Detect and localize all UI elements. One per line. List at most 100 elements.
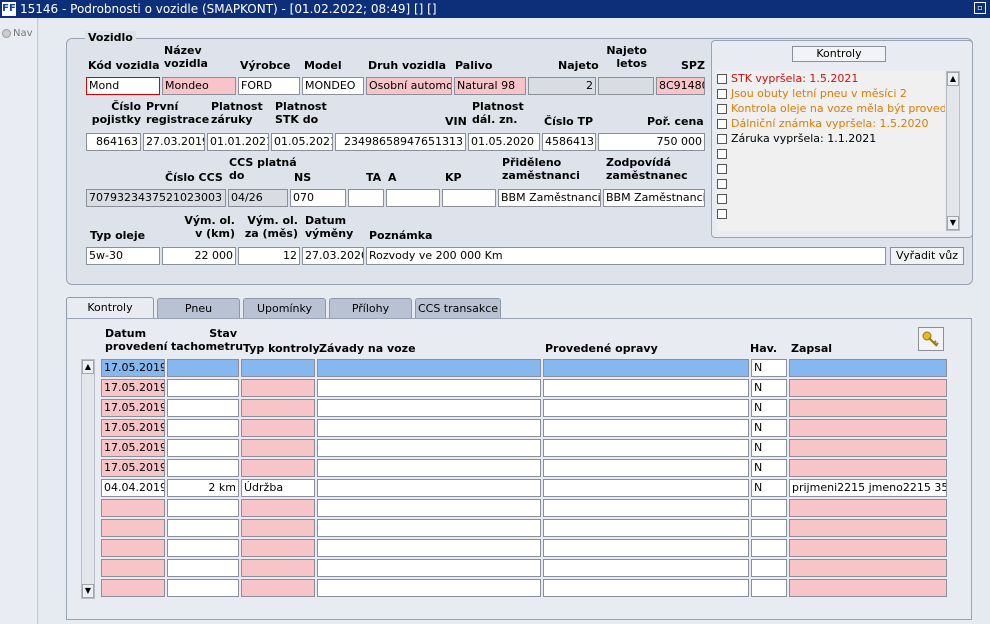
cell-datum[interactable]: 17.05.2019: [101, 419, 165, 437]
cislo-tp-input[interactable]: 4586413: [542, 133, 596, 151]
cell-zavady[interactable]: [317, 539, 541, 557]
cell-opravy[interactable]: [543, 519, 749, 537]
cell-hav[interactable]: N: [751, 399, 787, 417]
cell-zavady[interactable]: [317, 419, 541, 437]
cell-hav[interactable]: N: [751, 359, 787, 377]
cell-zavady[interactable]: [317, 359, 541, 377]
cell-typ[interactable]: [241, 519, 315, 537]
cell-datum[interactable]: 17.05.2019: [101, 459, 165, 477]
cell-stav[interactable]: [167, 539, 239, 557]
cell-typ[interactable]: [241, 459, 315, 477]
kontrola-item[interactable]: STK vypršela: 1.5.2021: [717, 71, 945, 86]
tab-kontroly[interactable]: Kontroly: [66, 297, 154, 319]
scroll-up-icon[interactable]: ▲: [947, 72, 959, 86]
cislo-pojistky-input[interactable]: 864163: [86, 133, 141, 151]
poznamka-input[interactable]: Rozvody ve 200 000 Km: [366, 247, 886, 265]
cell-hav[interactable]: [751, 539, 787, 557]
cell-hav[interactable]: N: [751, 439, 787, 457]
cell-typ[interactable]: [241, 359, 315, 377]
cell-hav[interactable]: [751, 519, 787, 537]
vin-input[interactable]: 23498658947651313: [335, 133, 466, 151]
tab-prilohy[interactable]: Přílohy: [329, 298, 412, 318]
cell-stav[interactable]: 2 km: [167, 479, 239, 497]
cell-stav[interactable]: [167, 399, 239, 417]
tab-pneu[interactable]: Pneu: [157, 298, 240, 318]
kontrola-item[interactable]: [717, 176, 945, 191]
cell-opravy[interactable]: [543, 499, 749, 517]
cell-typ[interactable]: [241, 539, 315, 557]
table-scrollbar[interactable]: ▲ ▼: [81, 359, 95, 599]
cell-hav[interactable]: N: [751, 479, 787, 497]
cell-zavady[interactable]: [317, 579, 541, 597]
cell-typ[interactable]: [241, 419, 315, 437]
key-icon[interactable]: [918, 327, 944, 351]
kontrola-item[interactable]: [717, 161, 945, 176]
vymena-mesice-input[interactable]: 12: [238, 247, 300, 265]
cell-stav[interactable]: [167, 519, 239, 537]
cell-zapsal[interactable]: [789, 519, 947, 537]
scroll-up-icon[interactable]: ▲: [82, 360, 94, 374]
kontrola-item[interactable]: [717, 191, 945, 206]
cell-opravy[interactable]: [543, 419, 749, 437]
cell-zavady[interactable]: [317, 439, 541, 457]
porizovaci-cena-input[interactable]: 750 000: [598, 133, 705, 151]
cell-datum[interactable]: [101, 559, 165, 577]
spz-input[interactable]: 8C91480: [656, 77, 705, 95]
cell-zapsal[interactable]: [789, 419, 947, 437]
kontrola-item[interactable]: Kontrola oleje na voze měla být proveden…: [717, 101, 945, 116]
cell-zavady[interactable]: [317, 399, 541, 417]
checkbox-icon[interactable]: [717, 164, 727, 174]
druh-vozidla-input[interactable]: Osobní automobil: [366, 77, 452, 95]
vymena-km-input[interactable]: 22 000: [162, 247, 236, 265]
cell-stav[interactable]: [167, 359, 239, 377]
cell-hav[interactable]: N: [751, 419, 787, 437]
restore-window-icon[interactable]: ▫: [974, 2, 986, 14]
cell-stav[interactable]: [167, 379, 239, 397]
cell-stav[interactable]: [167, 419, 239, 437]
cell-typ[interactable]: [241, 499, 315, 517]
kp-input[interactable]: [442, 189, 496, 207]
cell-datum[interactable]: 17.05.2019: [101, 359, 165, 377]
platnost-stk-input[interactable]: 01.05.2021: [271, 133, 333, 151]
cell-zapsal[interactable]: [789, 459, 947, 477]
cell-opravy[interactable]: [543, 399, 749, 417]
platnost-zaruky-input[interactable]: 01.01.2021: [207, 133, 269, 151]
cell-zavady[interactable]: [317, 459, 541, 477]
cell-opravy[interactable]: [543, 579, 749, 597]
cell-stav[interactable]: [167, 579, 239, 597]
nazev-vozidla-input[interactable]: Mondeo: [162, 77, 236, 95]
cell-opravy[interactable]: [543, 459, 749, 477]
cell-datum[interactable]: [101, 579, 165, 597]
scroll-down-icon[interactable]: ▼: [82, 584, 94, 598]
checkbox-icon[interactable]: [717, 89, 727, 99]
kontroly-scrollbar[interactable]: ▲ ▼: [946, 71, 960, 231]
cell-typ[interactable]: [241, 559, 315, 577]
datum-vymeny-input[interactable]: 27.03.2020: [302, 247, 364, 265]
cell-stav[interactable]: [167, 499, 239, 517]
vyrobce-input[interactable]: FORD: [238, 77, 300, 95]
checkbox-icon[interactable]: [717, 104, 727, 114]
cell-zapsal[interactable]: [789, 439, 947, 457]
cell-typ[interactable]: [241, 579, 315, 597]
cell-zapsal[interactable]: [789, 499, 947, 517]
ns-input[interactable]: 070: [290, 189, 346, 207]
cell-zapsal[interactable]: prijmeni2215 jmeno2215 352032: [789, 479, 947, 497]
cell-hav[interactable]: N: [751, 459, 787, 477]
kontrola-item[interactable]: Záruka vypršela: 1.1.2021: [717, 131, 945, 146]
cell-zapsal[interactable]: [789, 559, 947, 577]
cell-zavady[interactable]: [317, 519, 541, 537]
kontrola-item[interactable]: [717, 146, 945, 161]
cell-typ[interactable]: [241, 399, 315, 417]
cell-datum[interactable]: 17.05.2019: [101, 379, 165, 397]
cell-stav[interactable]: [167, 439, 239, 457]
cell-opravy[interactable]: [543, 359, 749, 377]
platnost-dalzn-input[interactable]: 01.05.2020: [468, 133, 540, 151]
cell-stav[interactable]: [167, 559, 239, 577]
cell-opravy[interactable]: [543, 479, 749, 497]
scroll-down-icon[interactable]: ▼: [947, 216, 959, 230]
cell-zapsal[interactable]: [789, 359, 947, 377]
cell-zavady[interactable]: [317, 379, 541, 397]
cell-zapsal[interactable]: [789, 579, 947, 597]
cell-datum[interactable]: 17.05.2019: [101, 399, 165, 417]
cell-hav[interactable]: [751, 559, 787, 577]
